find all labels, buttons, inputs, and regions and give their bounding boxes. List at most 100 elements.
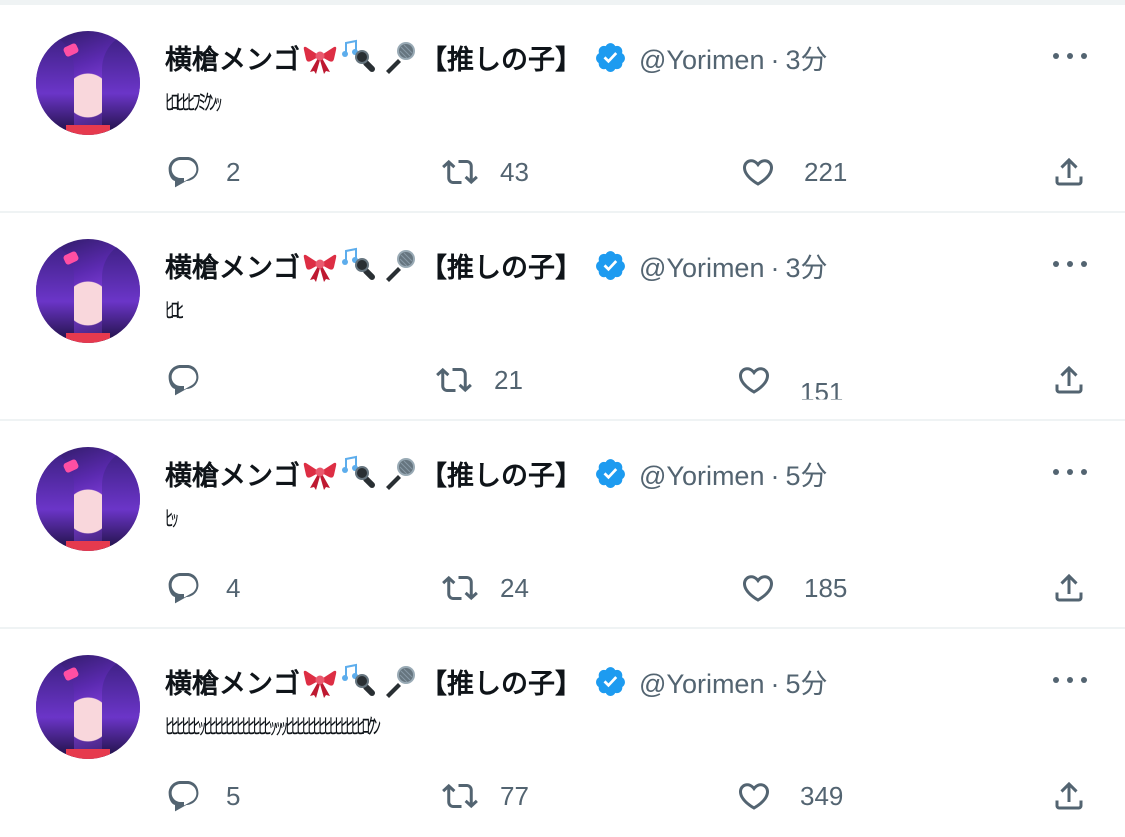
display-name[interactable]: 横槍メンゴ [165, 38, 300, 77]
user-handle[interactable]: @Yorimen [639, 253, 764, 283]
tweet-text: ﾋﾋﾋﾋﾋﾋｯﾋﾋﾋﾋﾋﾋﾋﾋﾋﾋﾋﾋｯｯｯﾋﾋﾋﾋﾋﾋﾋﾋﾋﾋﾋﾋﾋﾋﾛｸﾝ [165, 715, 381, 740]
reply-button[interactable]: 2 [166, 147, 240, 197]
share-button[interactable] [1051, 147, 1087, 197]
display-name-suffix[interactable]: 【推しの子】 [420, 38, 582, 77]
microphone-emoji [386, 42, 415, 74]
ribbon-emoji [303, 670, 337, 698]
retweet-icon [442, 159, 478, 185]
display-name-suffix[interactable]: 【推しの子】 [420, 246, 582, 285]
like-count: 185 [804, 572, 848, 603]
retweet-icon [442, 783, 478, 809]
tweet-header: 横槍メンゴ 【推しの子】 [165, 35, 1125, 79]
user-handle[interactable]: @Yorimen [639, 669, 764, 699]
musical-note-emoji [342, 663, 375, 696]
share-icon [1055, 573, 1083, 602]
heart-icon [742, 159, 774, 186]
separator-dot: · [770, 460, 780, 491]
reply-count: 2 [226, 156, 241, 187]
ribbon-emoji [303, 254, 337, 282]
musical-note-emoji [342, 39, 375, 72]
verified-badge-icon [596, 666, 625, 696]
tweet-header: 横槍メンゴ 【推しの子】 [165, 659, 1125, 703]
like-button[interactable]: 221 [740, 147, 847, 197]
tweet[interactable]: 横槍メンゴ 【推しの子】 [0, 213, 1125, 421]
separator-dot: · [770, 44, 780, 75]
tweet-actions: 4 24 185 [0, 563, 1125, 613]
retweet-count: 43 [500, 156, 529, 187]
reply-button[interactable] [166, 355, 226, 405]
reply-button[interactable]: 5 [166, 771, 240, 821]
reply-button[interactable]: 4 [166, 563, 240, 613]
avatar[interactable] [36, 655, 140, 759]
tweet-text: ﾋﾛﾋﾋﾋﾌﾐｸﾝｯ [165, 91, 223, 116]
reply-count: 4 [226, 572, 241, 603]
avatar[interactable] [36, 31, 140, 135]
retweet-button[interactable]: 24 [442, 563, 529, 613]
tweet-text: ﾋﾛﾋ [165, 299, 185, 324]
retweet-count: 21 [494, 364, 523, 395]
more-options-icon[interactable] [1053, 459, 1087, 485]
user-handle[interactable]: @Yorimen [639, 45, 764, 75]
tweet-actions: 21 151 [0, 355, 1125, 405]
microphone-emoji [386, 250, 415, 282]
retweet-icon [436, 367, 472, 393]
retweet-icon [442, 575, 478, 601]
more-options-icon[interactable] [1053, 43, 1087, 69]
display-name[interactable]: 横槍メンゴ [165, 662, 300, 701]
verified-badge-icon [596, 42, 625, 72]
timeline: 横槍メンゴ 【推しの子】 @Yorimen · 3分 ﾋﾛﾋﾋﾋﾌﾐｸﾝｯ 2 … [0, 5, 1125, 837]
heart-icon [738, 367, 770, 394]
microphone-emoji [386, 666, 415, 698]
retweet-button[interactable]: 21 [436, 355, 523, 405]
share-button[interactable] [1051, 771, 1087, 821]
share-button[interactable] [1051, 563, 1087, 613]
reply-icon [168, 365, 199, 396]
share-icon [1055, 157, 1083, 186]
timestamp[interactable]: 5分 [785, 669, 827, 699]
retweet-button[interactable]: 77 [442, 771, 529, 821]
share-button[interactable] [1051, 355, 1087, 405]
reply-icon [168, 573, 199, 604]
heart-icon [742, 575, 774, 602]
more-options-icon[interactable] [1053, 251, 1087, 277]
verified-badge-icon [596, 250, 625, 280]
share-icon [1055, 365, 1083, 394]
display-name-suffix[interactable]: 【推しの子】 [420, 454, 582, 493]
reply-icon [168, 157, 199, 188]
like-count: 349 [800, 780, 844, 811]
microphone-emoji [386, 458, 415, 490]
like-button[interactable]: 185 [740, 563, 847, 613]
reply-icon [168, 781, 199, 812]
musical-note-emoji [342, 455, 375, 488]
display-name[interactable]: 横槍メンゴ [165, 454, 300, 493]
display-name-suffix[interactable]: 【推しの子】 [420, 662, 582, 701]
like-count: 221 [804, 156, 848, 187]
tweet[interactable]: 横槍メンゴ 【推しの子】 [0, 629, 1125, 837]
separator-dot: · [770, 252, 780, 283]
like-button[interactable]: 349 [736, 771, 843, 821]
like-button[interactable]: 151 [736, 355, 843, 405]
tweet-header: 横槍メンゴ 【推しの子】 [165, 243, 1125, 287]
verified-badge-icon [596, 458, 625, 488]
avatar[interactable] [36, 447, 140, 551]
timestamp[interactable]: 5分 [785, 461, 827, 491]
reply-count: 5 [226, 780, 241, 811]
user-handle[interactable]: @Yorimen [639, 461, 764, 491]
tweet[interactable]: 横槍メンゴ 【推しの子】 [0, 5, 1125, 213]
tweet-header: 横槍メンゴ 【推しの子】 [165, 451, 1125, 495]
retweet-button[interactable]: 43 [442, 147, 529, 197]
ribbon-emoji [303, 46, 337, 74]
tweet[interactable]: 横槍メンゴ 【推しの子】 [0, 421, 1125, 629]
retweet-count: 24 [500, 572, 529, 603]
more-options-icon[interactable] [1053, 667, 1087, 693]
tweet-actions: 5 77 349 [0, 771, 1125, 821]
musical-note-emoji [342, 247, 375, 280]
display-name[interactable]: 横槍メンゴ [165, 246, 300, 285]
like-count: 151 [800, 376, 844, 407]
timestamp[interactable]: 3分 [785, 45, 827, 75]
timestamp[interactable]: 3分 [785, 253, 827, 283]
tweet-text: ﾋｯ [165, 507, 179, 532]
share-icon [1055, 781, 1083, 810]
tweet-actions: 2 43 221 [0, 147, 1125, 197]
avatar[interactable] [36, 239, 140, 343]
